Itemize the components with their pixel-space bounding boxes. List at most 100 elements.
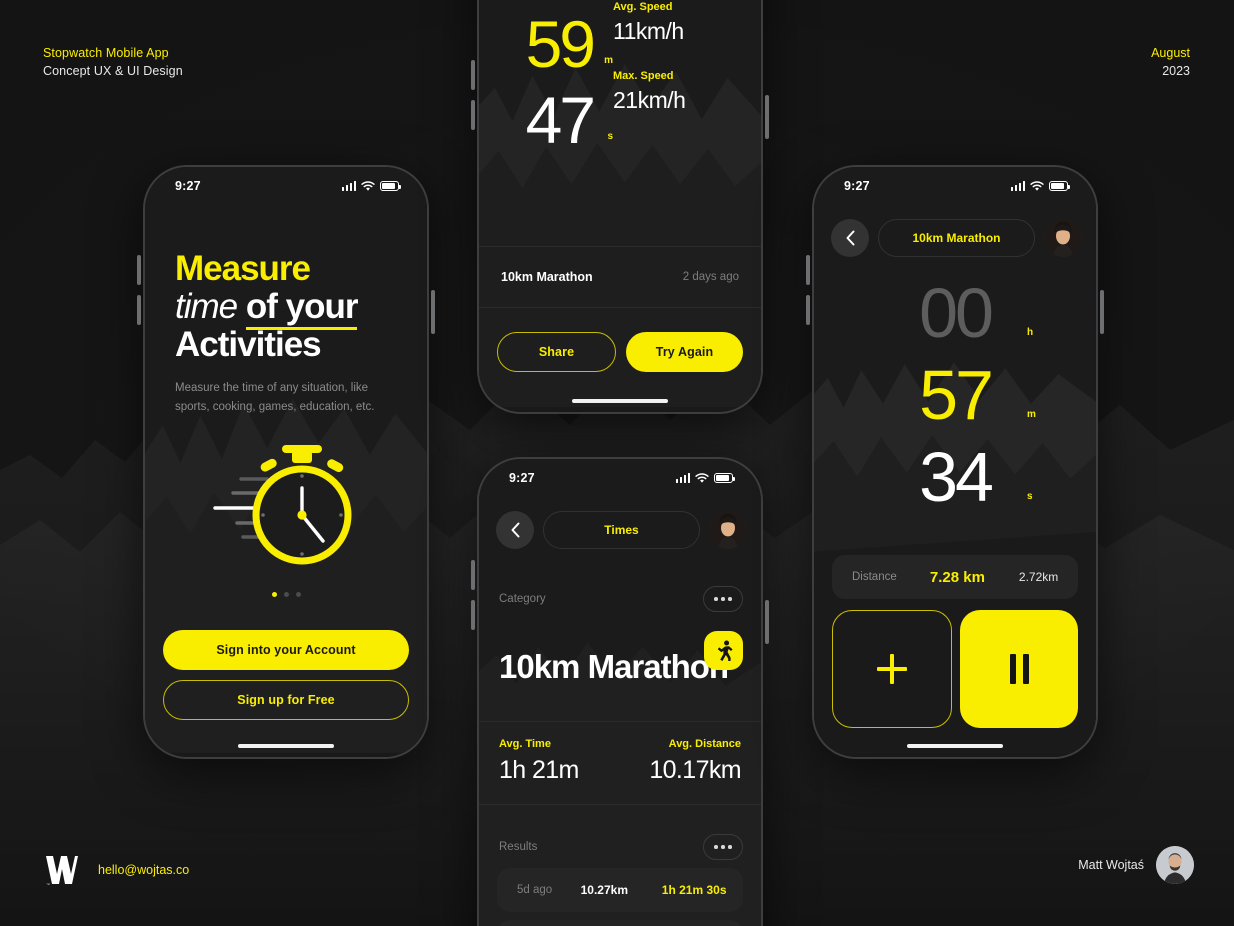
home-indicator[interactable] (907, 744, 1003, 748)
contact-email[interactable]: hello@wojtas.co (98, 863, 189, 877)
status-icons (1010, 180, 1070, 192)
distance-label: Distance (852, 571, 897, 583)
pager-dot-2[interactable] (283, 592, 289, 597)
timer-minutes-row: 59 m (495, 6, 627, 82)
sign-up-button[interactable]: Sign up for Free (163, 680, 409, 720)
phone1-volume-up[interactable] (137, 255, 141, 285)
phone2-volume-down[interactable] (471, 100, 475, 130)
presentation-title: Stopwatch Mobile App Concept UX & UI Des… (43, 44, 183, 80)
avg-distance-block: Avg. Distance 10.17km (649, 738, 741, 804)
running-icon-button[interactable] (704, 631, 743, 670)
running-statusbar: 9:27 (814, 167, 1096, 205)
phone1-volume-down[interactable] (137, 295, 141, 325)
running-controls (832, 610, 1078, 728)
onboarding-headline: Measure time of your Activities (175, 250, 403, 363)
result-list-item[interactable] (497, 920, 743, 926)
onboarding-actions: Sign into your Account Sign up for Free (163, 630, 409, 720)
svg-text:™: ™ (46, 882, 50, 887)
running-screen: 9:27 10km Marathon 00 h 57 m 34 s Distan… (814, 167, 1096, 757)
signal-icon (341, 181, 356, 191)
running-icon (717, 640, 733, 661)
status-time: 9:27 (175, 179, 201, 193)
headline-word-2: time (175, 286, 238, 326)
phone-running: 9:27 10km Marathon 00 h 57 m 34 s Distan… (812, 165, 1098, 759)
battery-icon (380, 181, 401, 191)
battery-icon (1049, 181, 1070, 191)
back-button[interactable] (831, 219, 869, 257)
status-icons (675, 472, 735, 484)
stat-max-speed-label: Max. Speed (613, 70, 674, 82)
onboarding-statusbar: 9:27 (145, 167, 427, 205)
result-list-item[interactable]: 5d ago 10.27km 1h 21m 30s (497, 868, 743, 912)
result-activity-row[interactable]: 10km Marathon 2 days ago (479, 246, 761, 308)
result-activity-age: 2 days ago (682, 271, 739, 283)
brand-logo-icon: ™ (44, 852, 80, 888)
author-avatar (1156, 846, 1194, 884)
results-more-button[interactable] (703, 834, 743, 860)
phone1-power[interactable] (431, 290, 435, 334)
onboarding-description: Measure the time of any situation, like … (175, 382, 375, 413)
nav-title: 10km Marathon (878, 219, 1035, 257)
battery-icon (714, 473, 735, 483)
author-name: Matt Wojtaś (1078, 858, 1144, 872)
status-icons (341, 180, 401, 192)
result-time: 1h 21m 30s (661, 883, 727, 897)
stat-avg-speed-label: Avg. Speed (613, 1, 673, 13)
status-time: 9:27 (509, 471, 535, 485)
profile-avatar[interactable] (1044, 219, 1082, 257)
chevron-left-icon (511, 522, 519, 538)
timer-seconds-row: 47 s (495, 82, 627, 158)
results-label: Results (499, 841, 538, 853)
back-button[interactable] (496, 511, 534, 549)
result-distance: 10.27km (580, 883, 628, 897)
phone4-volume-up[interactable] (806, 255, 810, 285)
running-timer: 00 h 57 m 34 s (814, 272, 1096, 518)
phone2-volume-up[interactable] (471, 60, 475, 90)
timer-hours-row: 00 h (814, 272, 1096, 354)
presentation-date: August 2023 (1151, 44, 1190, 80)
footer-author: Matt Wojtaś (1078, 846, 1194, 884)
phone3-volume-up[interactable] (471, 560, 475, 590)
timer-hours-unit: h (1027, 327, 1034, 338)
timer-minutes-unit: m (604, 55, 613, 66)
try-again-button[interactable]: Try Again (626, 332, 743, 372)
timer-seconds: 47 (525, 83, 596, 157)
timer-seconds: 34 (919, 438, 994, 516)
times-averages: Avg. Time 1h 21m Avg. Distance 10.17km (479, 721, 761, 805)
times-screen: 9:27 Times Category 10km Marathon Avg. T… (479, 459, 761, 926)
nav-title: Times (543, 511, 700, 549)
home-indicator[interactable] (238, 744, 334, 748)
distance-done: 7.28 km (929, 568, 985, 586)
onboarding-screen: 9:27 Measure time of your Activities Mea… (145, 167, 427, 757)
date-year: 2023 (1162, 64, 1190, 79)
onboarding-pager[interactable] (145, 592, 427, 597)
pause-button[interactable] (960, 610, 1078, 728)
times-navbar: Times (496, 511, 747, 549)
phone-onboarding: 9:27 Measure time of your Activities Mea… (143, 165, 429, 759)
distance-remaining: 2.72km (1018, 570, 1059, 584)
status-time: 9:27 (844, 179, 870, 193)
home-indicator[interactable] (572, 399, 668, 403)
phone2-power[interactable] (765, 95, 769, 139)
phone3-power[interactable] (765, 600, 769, 644)
share-button[interactable]: Share (497, 332, 616, 372)
phone4-volume-down[interactable] (806, 295, 810, 325)
wifi-icon (1030, 180, 1044, 191)
pager-dot-3[interactable] (295, 592, 301, 597)
sign-in-button[interactable]: Sign into your Account (163, 630, 409, 670)
result-timer: 00 h 59 m 47 s (495, 0, 627, 158)
avg-distance-label: Avg. Distance (668, 738, 741, 750)
stat-avg-speed: Avg. Speed 11km/h (613, 1, 743, 45)
phone3-volume-down[interactable] (471, 600, 475, 630)
result-stat-list: Distance 10.23km Avg. Speed 11km/h Max. … (613, 0, 743, 139)
phone-result: 00 h 59 m 47 s Distance 10.23km Av (477, 0, 763, 414)
wifi-icon (695, 472, 709, 483)
result-activity-name: 10km Marathon (501, 270, 593, 284)
category-more-button[interactable] (703, 586, 743, 612)
phone4-power[interactable] (1100, 290, 1104, 334)
running-distance-card: Distance 7.28 km 2.72km (832, 555, 1078, 599)
signal-icon (675, 473, 690, 483)
pager-dot-1[interactable] (271, 592, 277, 597)
profile-avatar[interactable] (709, 511, 747, 549)
lap-button[interactable] (832, 610, 952, 728)
